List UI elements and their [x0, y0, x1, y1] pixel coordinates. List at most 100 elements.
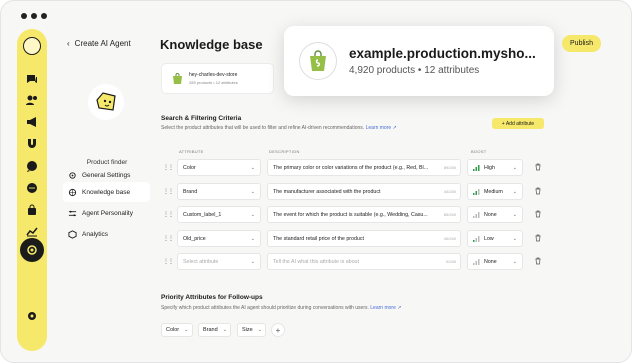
- priority-chip[interactable]: Color ⌄: [161, 323, 193, 337]
- message-icon[interactable]: [24, 158, 40, 174]
- chevron-down-icon: ⌄: [222, 327, 227, 333]
- nav-agent-personality[interactable]: Agent Personality: [63, 203, 150, 223]
- store-name: hey-charles-dev-store: [189, 72, 238, 78]
- chart-icon[interactable]: [24, 223, 40, 239]
- nav-label: General Settings: [82, 171, 131, 179]
- drag-handle-icon[interactable]: ⋮⋮: [163, 211, 174, 218]
- bag-icon[interactable]: [24, 202, 40, 218]
- boost-select[interactable]: High ⌄: [467, 159, 523, 176]
- char-count: 85/240: [443, 212, 456, 217]
- attribute-select[interactable]: Old_price ⌄: [177, 230, 261, 247]
- attribute-select[interactable]: Custom_label_1 ⌄: [177, 206, 261, 223]
- bars-none-icon: [473, 211, 480, 218]
- publish-button[interactable]: Publish: [562, 35, 601, 52]
- char-count: 89/240: [443, 165, 456, 170]
- description-input[interactable]: The event for which the product is suita…: [267, 206, 461, 223]
- boost-value: Low: [484, 235, 494, 242]
- drag-handle-icon[interactable]: ⋮⋮: [163, 164, 174, 171]
- settings-icon[interactable]: [24, 308, 40, 324]
- priority-section-title: Priority Attributes for Follow-ups: [161, 294, 263, 301]
- message-dots-icon[interactable]: [24, 180, 40, 196]
- priority-chip[interactable]: Brand ⌄: [198, 323, 231, 337]
- icon-rail: [17, 29, 47, 351]
- priority-chip[interactable]: Size ⌄: [237, 323, 266, 337]
- drag-handle-icon[interactable]: ⋮⋮: [163, 235, 174, 242]
- learn-more-link[interactable]: Learn more: [366, 125, 392, 131]
- boost-select[interactable]: None ⌄: [467, 253, 523, 270]
- store-domain: example.production.mysho...: [349, 46, 536, 61]
- chevron-down-icon: ⌄: [250, 235, 255, 242]
- trash-icon[interactable]: [534, 234, 542, 242]
- back-label: Create AI Agent: [74, 39, 131, 48]
- attribute-value: Old_price: [183, 235, 206, 242]
- attribute-row: ⋮⋮ Custom_label_1 ⌄ The event for which …: [161, 206, 546, 223]
- chip-label: Brand: [203, 327, 218, 333]
- nav-label: Agent Personality: [82, 209, 133, 217]
- attribute-row: ⋮⋮ Select attribute ⌄ Tell the AI what t…: [161, 253, 546, 270]
- store-meta: 285 products • 12 attributes: [189, 80, 238, 85]
- external-link-icon: ↗: [392, 125, 397, 131]
- description-input[interactable]: The manufacturer associated with the pro…: [267, 183, 461, 200]
- agent-sidebar: ‹ Create AI Agent Product finder General…: [57, 29, 157, 351]
- search-section-title: Search & Filtering Criteria: [161, 115, 242, 122]
- page-title: Knowledge base: [160, 37, 263, 52]
- boost-select[interactable]: Medium ⌄: [467, 183, 523, 200]
- chip-label: Color: [166, 327, 180, 333]
- column-header-attribute: ATTRIBUTE: [179, 149, 204, 154]
- bars-medium-icon: [473, 188, 480, 195]
- boost-select[interactable]: Low ⌄: [467, 230, 523, 247]
- nav-analytics[interactable]: Analytics: [63, 224, 150, 244]
- description-value: The event for which the product is suita…: [273, 211, 428, 218]
- boost-select[interactable]: None ⌄: [467, 206, 523, 223]
- chevron-down-icon: ⌄: [184, 327, 189, 333]
- attribute-row: ⋮⋮ Old_price ⌄ The standard retail price…: [161, 230, 546, 247]
- description-value: The manufacturer associated with the pro…: [273, 188, 381, 195]
- chevron-down-icon: ⌄: [250, 164, 255, 171]
- description-input[interactable]: Tell the AI what this attribute is about…: [267, 253, 461, 270]
- trash-icon[interactable]: [534, 187, 542, 195]
- trash-icon[interactable]: [534, 210, 542, 218]
- attribute-value: Select attribute: [183, 258, 219, 265]
- chevron-down-icon: ⌄: [512, 188, 517, 195]
- attribute-value: Brand: [183, 188, 198, 195]
- trash-icon[interactable]: [534, 163, 542, 171]
- description-value: The standard retail price of the product: [273, 235, 364, 242]
- external-link-icon: ↗: [397, 305, 402, 311]
- agent-icon[interactable]: [20, 238, 44, 262]
- chip-label: Size: [242, 327, 253, 333]
- description-input[interactable]: The primary color or color variations of…: [267, 159, 461, 176]
- attribute-select[interactable]: Select attribute ⌄: [177, 253, 261, 270]
- chevron-down-icon: ⌄: [512, 235, 517, 242]
- megaphone-icon[interactable]: [24, 114, 40, 130]
- window-controls: [21, 13, 47, 19]
- add-priority-button[interactable]: +: [271, 323, 285, 337]
- attribute-select[interactable]: Color ⌄: [177, 159, 261, 176]
- chevron-down-icon: ⌄: [512, 211, 517, 218]
- description-value: Tell the AI what this attribute is about: [273, 258, 359, 265]
- drag-handle-icon[interactable]: ⋮⋮: [163, 258, 174, 265]
- learn-more-link[interactable]: Learn more: [370, 305, 396, 311]
- store-card[interactable]: hey-charles-dev-store 285 products • 12 …: [161, 63, 274, 94]
- search-desc-text: Select the product attributes that will …: [161, 125, 365, 131]
- globe-icon: [68, 188, 77, 196]
- chat-icon[interactable]: [24, 71, 40, 87]
- chevron-left-icon: ‹: [67, 39, 70, 48]
- trash-icon[interactable]: [534, 257, 542, 265]
- store-popout[interactable]: example.production.mysho... 4,920 produc…: [284, 26, 554, 96]
- description-input[interactable]: The standard retail price of the product…: [267, 230, 461, 247]
- magnet-icon[interactable]: [24, 136, 40, 152]
- search-section-desc: Select the product attributes that will …: [161, 125, 397, 131]
- attribute-row: ⋮⋮ Brand ⌄ The manufacturer associated w…: [161, 183, 546, 200]
- back-link[interactable]: ‹ Create AI Agent: [67, 39, 131, 48]
- boost-value: High: [484, 164, 495, 171]
- sliders-icon: [68, 210, 77, 216]
- people-icon[interactable]: [24, 92, 40, 108]
- chevron-down-icon: ⌄: [250, 258, 255, 265]
- add-attribute-button[interactable]: + Add attribute: [492, 118, 544, 129]
- shopify-bag-icon: [299, 42, 337, 80]
- app-logo-icon[interactable]: [23, 37, 41, 55]
- priority-section-desc: Specify which product attributes the AI …: [161, 305, 401, 311]
- nav-knowledge-base[interactable]: Knowledge base: [63, 182, 150, 202]
- attribute-select[interactable]: Brand ⌄: [177, 183, 261, 200]
- drag-handle-icon[interactable]: ⋮⋮: [163, 188, 174, 195]
